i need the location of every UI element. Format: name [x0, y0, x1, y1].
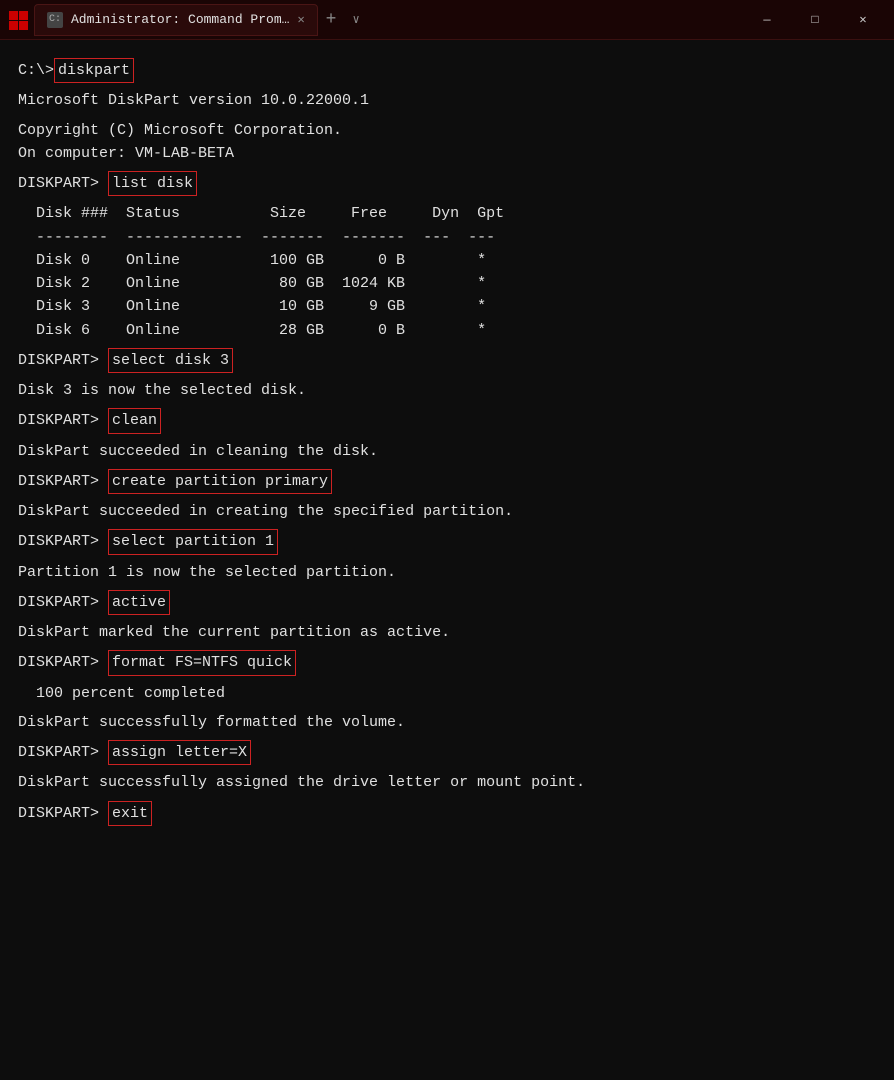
line-active-cmd: DISKPART> active: [18, 590, 876, 615]
cmd-clean: clean: [108, 408, 161, 433]
tab-command-prompt[interactable]: C: Administrator: Command Prom… ✕: [34, 4, 318, 36]
cmd-exit: exit: [108, 801, 152, 826]
line-exit-cmd: DISKPART> exit: [18, 801, 876, 826]
line-create-partition-cmd: DISKPART> create partition primary: [18, 469, 876, 494]
cmd-format: format FS=NTFS quick: [108, 650, 296, 675]
line-assign-cmd: DISKPART> assign letter=X: [18, 740, 876, 765]
minimize-button[interactable]: —: [744, 4, 790, 36]
line-partition-selected: Partition 1 is now the selected partitio…: [18, 561, 876, 584]
line-diskpart-cmd: C:\>diskpart: [18, 58, 876, 83]
line-copyright: Copyright (C) Microsoft Corporation.: [18, 119, 876, 142]
disk-row-0: Disk 0 Online 100 GB 0 B *: [18, 249, 876, 272]
cmd-list-disk: list disk: [108, 171, 197, 196]
line-list-disk-cmd: DISKPART> list disk: [18, 171, 876, 196]
line-disk-selected: Disk 3 is now the selected disk.: [18, 379, 876, 402]
line-format-progress: 100 percent completed: [18, 682, 876, 705]
tab-dropdown-button[interactable]: ∨: [344, 10, 367, 29]
line-format-cmd: DISKPART> format FS=NTFS quick: [18, 650, 876, 675]
titlebar: C: Administrator: Command Prom… ✕ + ∨ — …: [0, 0, 894, 40]
line-assign-success: DiskPart successfully assigned the drive…: [18, 771, 876, 794]
disk-row-6: Disk 6 Online 28 GB 0 B *: [18, 319, 876, 342]
line-clean-cmd: DISKPART> clean: [18, 408, 876, 433]
line-partition-success: DiskPart succeeded in creating the speci…: [18, 500, 876, 523]
disk-table-header: Disk ### Status Size Free Dyn Gpt: [18, 202, 876, 225]
terminal-output: C:\>diskpart Microsoft DiskPart version …: [0, 40, 894, 1080]
cmd-tab-icon: C:: [47, 12, 63, 28]
disk-table-sep: -------- ------------- ------- ------- -…: [18, 226, 876, 249]
tab-area: C: Administrator: Command Prom… ✕ + ∨: [34, 4, 736, 36]
close-button[interactable]: ✕: [840, 4, 886, 36]
line-clean-success: DiskPart succeeded in cleaning the disk.: [18, 440, 876, 463]
cmd-select-partition: select partition 1: [108, 529, 278, 554]
line-select-partition-cmd: DISKPART> select partition 1: [18, 529, 876, 554]
line-active-success: DiskPart marked the current partition as…: [18, 621, 876, 644]
cmd-active: active: [108, 590, 170, 615]
window-controls: — □ ✕: [744, 4, 886, 36]
new-tab-button[interactable]: +: [318, 8, 345, 32]
cmd-select-disk: select disk 3: [108, 348, 233, 373]
line-select-disk-cmd: DISKPART> select disk 3: [18, 348, 876, 373]
cmd-create-partition: create partition primary: [108, 469, 332, 494]
line-format-success: DiskPart successfully formatted the volu…: [18, 711, 876, 734]
disk-row-2: Disk 2 Online 80 GB 1024 KB *: [18, 272, 876, 295]
cmd-assign: assign letter=X: [108, 740, 251, 765]
app-icon: [8, 10, 28, 30]
disk-row-3: Disk 3 Online 10 GB 9 GB *: [18, 295, 876, 318]
tab-close-button[interactable]: ✕: [297, 12, 304, 27]
line-computer: On computer: VM-LAB-BETA: [18, 142, 876, 165]
line-version: Microsoft DiskPart version 10.0.22000.1: [18, 89, 876, 112]
cmd-diskpart: diskpart: [54, 58, 134, 83]
maximize-button[interactable]: □: [792, 4, 838, 36]
tab-label: Administrator: Command Prom…: [71, 12, 289, 27]
